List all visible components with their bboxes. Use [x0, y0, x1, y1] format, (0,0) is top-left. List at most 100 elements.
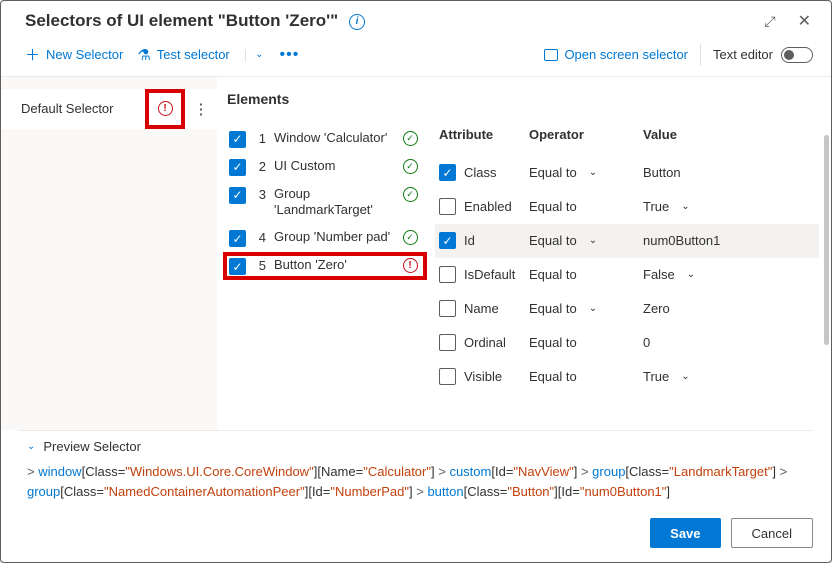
element-status: ✓ [401, 131, 419, 146]
attr-value: num0Button1 [643, 233, 720, 248]
attr-value: True [643, 369, 669, 384]
attr-checkbox[interactable] [439, 300, 456, 317]
window-controls: ⤢ ✕ [764, 11, 811, 31]
element-checkbox[interactable] [229, 131, 246, 148]
attr-name: Enabled [464, 199, 512, 214]
chevron-down-icon[interactable]: ⌄ [589, 235, 597, 246]
element-label: Group 'Number pad' [274, 229, 393, 246]
expand-icon[interactable]: ⤢ [764, 13, 775, 30]
element-row[interactable]: 4 Group 'Number pad' ✓ [223, 224, 427, 252]
test-selector-button[interactable]: ⚗ Test selector [137, 46, 229, 64]
chevron-down-icon[interactable]: ⌄ [681, 201, 689, 212]
attr-value: False [643, 267, 675, 282]
col-operator: Operator [529, 127, 643, 142]
attr-checkbox[interactable] [439, 266, 456, 283]
open-screen-selector-button[interactable]: Open screen selector [544, 47, 688, 62]
attr-operator: Equal to [529, 369, 577, 384]
cancel-button[interactable]: Cancel [731, 518, 813, 548]
attr-operator: Equal to [529, 335, 577, 350]
element-index: 4 [254, 230, 266, 245]
attr-name: Visible [464, 369, 502, 384]
info-icon[interactable]: i [349, 14, 365, 30]
attribute-row[interactable]: IdEqual to⌄num0Button1 [435, 224, 819, 258]
new-selector-button[interactable]: ＋ New Selector [25, 44, 123, 65]
element-label: Window 'Calculator' [274, 130, 393, 147]
attribute-row[interactable]: Name Equal to ⌄ Zero [439, 292, 819, 326]
element-index: 5 [254, 258, 266, 273]
new-selector-label: New Selector [46, 47, 123, 62]
dialog-title: Selectors of UI element "Button 'Zero'" … [25, 11, 764, 32]
attr-operator: Equal to [529, 301, 577, 316]
element-checkbox[interactable] [229, 159, 246, 176]
ok-icon: ✓ [403, 230, 418, 245]
selector-row[interactable]: Default Selector ! ⋮ [1, 89, 217, 129]
kebab-icon[interactable]: ⋮ [191, 100, 211, 118]
save-button[interactable]: Save [650, 518, 720, 548]
attribute-row[interactable]: Ordinal Equal to 0 [439, 326, 819, 360]
attr-checkbox[interactable] [439, 164, 456, 181]
screen-icon [544, 49, 558, 61]
attributes-header: Attribute Operator Value [439, 127, 819, 142]
preview-toggle[interactable]: ⌄ Preview Selector [27, 439, 813, 454]
ok-icon: ✓ [403, 159, 418, 174]
attribute-row[interactable]: IsDefaultEqual toFalse⌄ [439, 258, 819, 292]
attr-value: Zero [643, 301, 670, 316]
attr-operator: Equal to [529, 267, 577, 282]
toolbar: ＋ New Selector ⚗ Test selector | ⌄ ••• O… [1, 38, 831, 77]
element-status: ✓ [401, 159, 419, 174]
more-actions-icon[interactable]: ••• [280, 46, 300, 64]
col-value: Value [643, 127, 819, 142]
element-checkbox[interactable] [229, 230, 246, 247]
element-row[interactable]: 1Window 'Calculator'✓ [223, 125, 427, 153]
error-icon: ! [403, 258, 418, 273]
chevron-down-icon[interactable]: ⌄ [589, 303, 597, 314]
attr-name: Ordinal [464, 335, 506, 350]
test-selector-label: Test selector [157, 47, 230, 62]
attr-name: Name [464, 301, 499, 316]
selectors-pane: Default Selector ! ⋮ [1, 77, 217, 430]
title-text: Selectors of UI element "Button 'Zero'" [25, 11, 338, 30]
attr-name: Class [464, 165, 497, 180]
flask-icon: ⚗ [137, 46, 150, 64]
element-label: UI Custom [274, 158, 393, 175]
attr-checkbox[interactable] [439, 368, 456, 385]
separator [700, 44, 701, 66]
text-editor-label: Text editor [713, 47, 773, 62]
element-status: ✓ [401, 230, 419, 245]
error-icon: ! [158, 101, 173, 116]
chevron-down-icon: ⌄ [27, 441, 35, 452]
attribute-row[interactable]: Enabled Equal to True ⌄ [439, 190, 819, 224]
element-checkbox[interactable] [229, 258, 246, 275]
toggle-icon [781, 47, 813, 63]
element-row[interactable]: 2UI Custom✓ [223, 153, 427, 181]
attr-checkbox[interactable] [439, 334, 456, 351]
content-area: Default Selector ! ⋮ Elements 1Window 'C… [1, 77, 831, 430]
element-row[interactable]: 5Button 'Zero'! [223, 252, 427, 280]
attr-name: Id [464, 233, 475, 248]
attr-value: True [643, 199, 669, 214]
attr-value: 0 [643, 335, 650, 350]
attribute-row[interactable]: ClassEqual to⌄Button [439, 156, 819, 190]
element-label: Group 'LandmarkTarget' [274, 186, 393, 220]
preview-label: Preview Selector [43, 439, 141, 454]
text-editor-toggle[interactable]: Text editor [713, 47, 813, 63]
chevron-down-icon[interactable]: ⌄ [687, 269, 695, 280]
attr-operator: Equal to [529, 165, 577, 180]
element-checkbox[interactable] [229, 187, 246, 204]
col-attribute: Attribute [439, 127, 529, 142]
attr-checkbox[interactable] [439, 232, 456, 249]
attr-checkbox[interactable] [439, 198, 456, 215]
close-icon[interactable]: ✕ [798, 11, 811, 31]
chevron-down-icon[interactable]: ⌄ [681, 371, 689, 382]
dialog-window: Selectors of UI element "Button 'Zero'" … [0, 0, 832, 563]
test-selector-chevron-icon[interactable]: ⌄ [255, 49, 263, 60]
selector-label: Default Selector [21, 101, 145, 116]
scrollbar-thumb[interactable] [824, 135, 829, 345]
element-row[interactable]: 3Group 'LandmarkTarget'✓ [223, 181, 427, 225]
elements-heading: Elements [223, 91, 427, 107]
ok-icon: ✓ [403, 187, 418, 202]
chevron-down-icon[interactable]: ⌄ [589, 167, 597, 178]
attr-operator: Equal to [529, 199, 577, 214]
attribute-row[interactable]: Visible Equal to True ⌄ [439, 360, 819, 394]
elements-pane: Elements 1Window 'Calculator'✓2UI Custom… [217, 77, 427, 430]
